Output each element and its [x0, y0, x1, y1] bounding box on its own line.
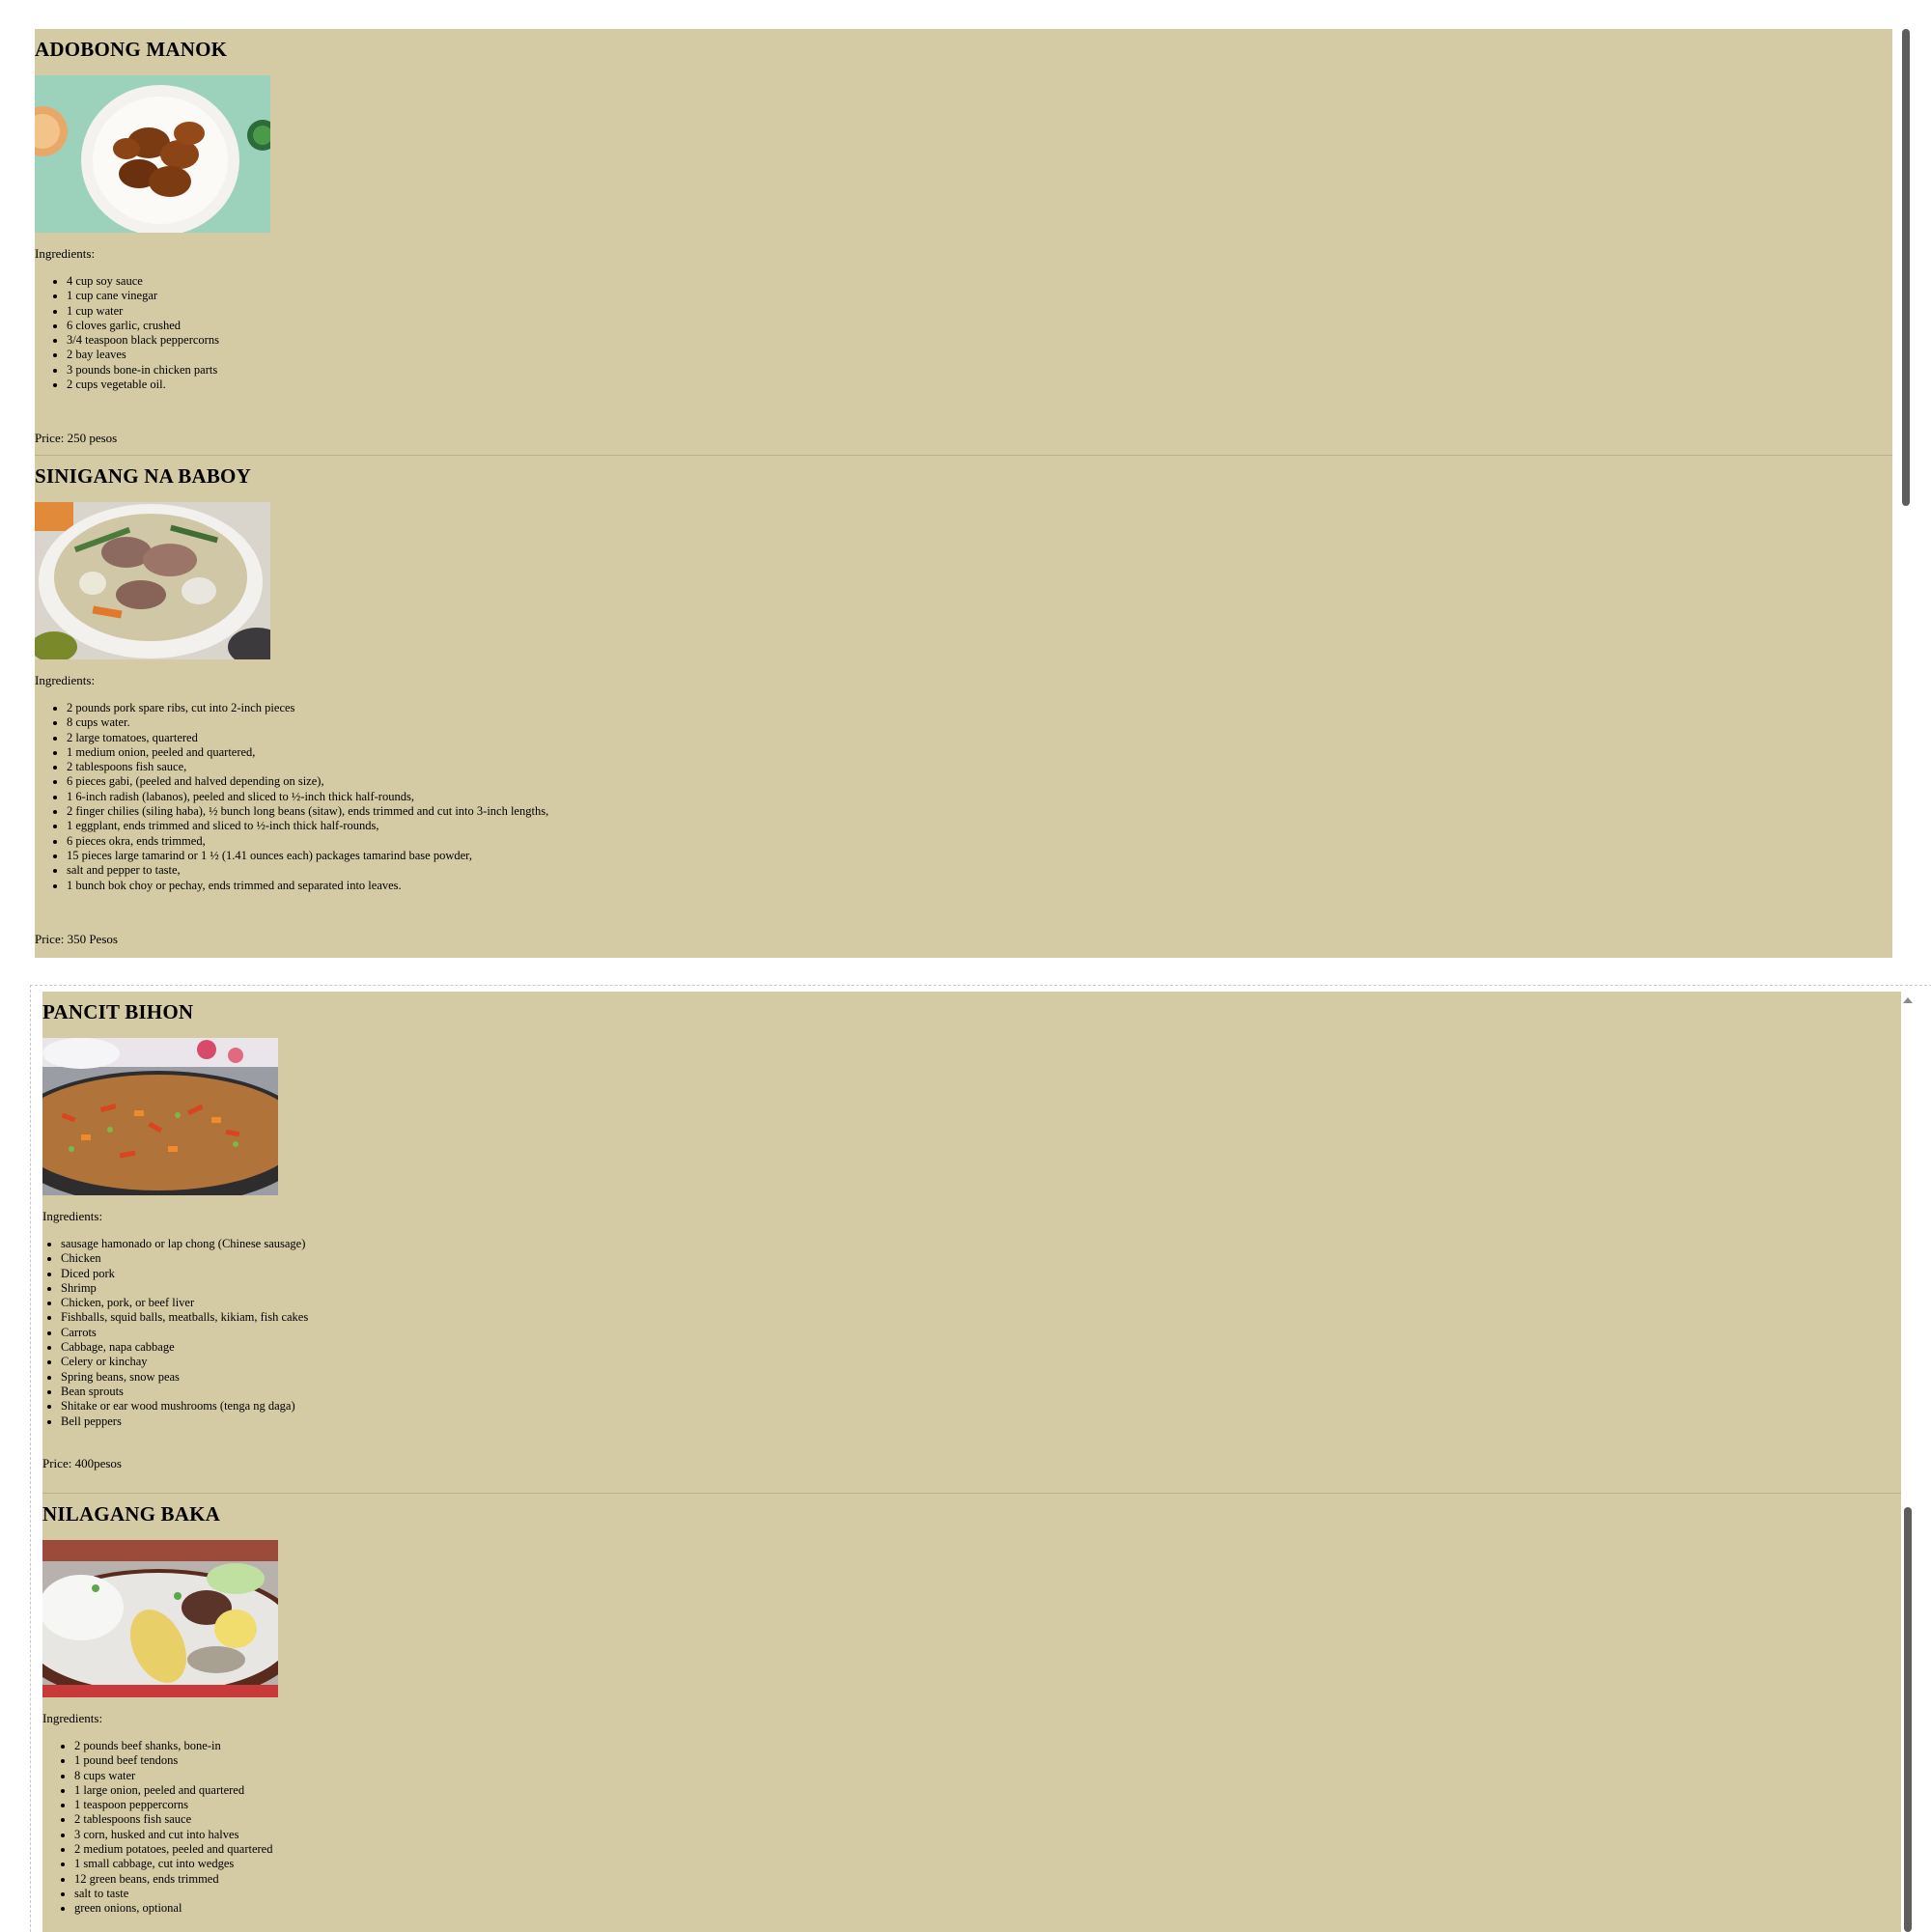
ingredients-list: 4 cup soy sauce 1 cup cane vinegar 1 cup… [35, 274, 1892, 392]
list-item: green onions, optional [74, 1901, 1901, 1916]
list-item: Bean sprouts [61, 1385, 1901, 1399]
list-item: Chicken [61, 1251, 1901, 1266]
recipe-panel-top: ADOBONG MANOK Ingredients: • 4 cup soy s… [35, 29, 1892, 958]
list-item: 6 cloves garlic, crushed [67, 319, 1892, 333]
scrollbar-thumb-bottom[interactable] [1904, 1507, 1912, 1932]
beef-nilaga-photo [42, 1540, 278, 1697]
list-item: 2 tablespoons fish sauce, [67, 760, 1892, 774]
list-item: Celery or kinchay [61, 1355, 1901, 1369]
bottom-scroll-pane[interactable]: PANCIT BIHON Ingredients: • sausage hamo… [30, 985, 1931, 1932]
list-item: 8 cups water [74, 1769, 1901, 1783]
list-item: 8 cups water. [67, 715, 1892, 730]
list-item: Diced pork [61, 1267, 1901, 1281]
ingredients-label: Ingredients: [42, 1711, 103, 1725]
list-item: Bell peppers [61, 1414, 1901, 1429]
list-item: 6 pieces okra, ends trimmed, [67, 834, 1892, 849]
list-item: 1 cup cane vinegar [67, 289, 1892, 303]
ingredients-label: Ingredients: [35, 673, 96, 687]
recipe-title: ADOBONG MANOK [35, 38, 228, 61]
recipe-title: PANCIT BIHON [42, 1000, 194, 1023]
ingredients-list: 2 pounds beef shanks, bone-in 1 pound be… [42, 1739, 1901, 1917]
list-item: 2 medium potatoes, peeled and quartered [74, 1842, 1901, 1857]
list-item: sausage hamonado or lap chong (Chinese s… [61, 1237, 1901, 1251]
list-item: 2 pounds beef shanks, bone-in [74, 1739, 1901, 1753]
list-item: 1 eggplant, ends trimmed and sliced to ½… [67, 819, 1892, 833]
recipe-title: NILAGANG BAKA [42, 1502, 221, 1526]
list-item: 3/4 teaspoon black peppercorns [67, 333, 1892, 348]
list-item: 1 small cabbage, cut into wedges [74, 1857, 1901, 1871]
ingredients-list: 2 pounds pork spare ribs, cut into 2-inc… [35, 701, 1892, 893]
chicken-adobo-photo [35, 75, 270, 233]
pancit-bihon-photo [42, 1038, 278, 1195]
list-item: 1 medium onion, peeled and quartered, [67, 745, 1892, 760]
list-item: 2 finger chilies (siling haba), ½ bunch … [67, 804, 1892, 819]
list-item: 1 bunch bok choy or pechay, ends trimmed… [67, 879, 1892, 893]
recipe-card-sinigang-na-baboy: SINIGANG NA BABOY Ingredients: • 2 pound… [35, 456, 1892, 958]
list-item: 3 corn, husked and cut into halves [74, 1828, 1901, 1842]
recipe-photo-pancit-bihon [42, 1038, 278, 1195]
list-item: Carrots [61, 1326, 1901, 1340]
recipe-card-pancit-bihon: PANCIT BIHON Ingredients: • sausage hamo… [42, 992, 1901, 1494]
recipe-panel-bottom: PANCIT BIHON Ingredients: • sausage hamo… [42, 992, 1901, 1932]
recipe-card-adobong-manok: ADOBONG MANOK Ingredients: • 4 cup soy s… [35, 29, 1892, 456]
recipe-photo-nilagang-baka [42, 1540, 278, 1697]
list-item: 1 cup water [67, 304, 1892, 319]
recipe-photo-adobong-manok [35, 75, 270, 233]
list-item: salt to taste [74, 1887, 1901, 1901]
list-item: 1 pound beef tendons [74, 1753, 1901, 1768]
list-item: Spring beans, snow peas [61, 1370, 1901, 1385]
price-text: Price: 400pesos [42, 1455, 122, 1470]
list-item: Fishballs, squid balls, meatballs, kikia… [61, 1310, 1901, 1325]
list-item: 12 green beans, ends trimmed [74, 1872, 1901, 1887]
list-item: 2 cups vegetable oil. [67, 378, 1892, 392]
pork-sinigang-photo [35, 502, 270, 659]
ingredients-label: Ingredients: [35, 246, 96, 261]
list-item: Shrimp [61, 1281, 1901, 1296]
list-item: 1 teaspoon peppercorns [74, 1798, 1901, 1812]
list-item: 4 cup soy sauce [67, 274, 1892, 289]
list-item: salt and pepper to taste, [67, 863, 1892, 878]
list-item: Chicken, pork, or beef liver [61, 1296, 1901, 1310]
recipe-photo-sinigang-na-baboy [35, 502, 270, 659]
recipe-title: SINIGANG NA BABOY [35, 464, 251, 488]
ingredients-list: sausage hamonado or lap chong (Chinese s… [42, 1237, 1901, 1429]
list-item: 1 large onion, peeled and quartered [74, 1783, 1901, 1798]
list-item: 2 pounds pork spare ribs, cut into 2-inc… [67, 701, 1892, 715]
list-item: 3 pounds bone-in chicken parts [67, 363, 1892, 378]
list-item: 1 6-inch radish (labanos), peeled and sl… [67, 790, 1892, 804]
list-item: 6 pieces gabi, (peeled and halved depend… [67, 774, 1892, 789]
top-scroll-pane[interactable]: ADOBONG MANOK Ingredients: • 4 cup soy s… [0, 0, 1931, 966]
list-item: 2 large tomatoes, quartered [67, 731, 1892, 745]
price-text: Price: 350 Pesos [35, 931, 118, 946]
list-item: Shitake or ear wood mushrooms (tenga ng … [61, 1399, 1901, 1414]
ingredients-label: Ingredients: [42, 1209, 103, 1223]
scroll-up-arrow-icon[interactable] [1903, 997, 1913, 1003]
price-text: Price: 250 pesos [35, 431, 118, 446]
scrollbar-thumb-top[interactable] [1902, 29, 1910, 506]
list-item: 2 tablespoons fish sauce [74, 1812, 1901, 1827]
list-item: Cabbage, napa cabbage [61, 1340, 1901, 1355]
list-item: 15 pieces large tamarind or 1 ½ (1.41 ou… [67, 849, 1892, 863]
recipe-card-nilagang-baka: NILAGANG BAKA Ingredients: • 2 pounds be… [42, 1494, 1901, 1932]
list-item: 2 bay leaves [67, 348, 1892, 362]
